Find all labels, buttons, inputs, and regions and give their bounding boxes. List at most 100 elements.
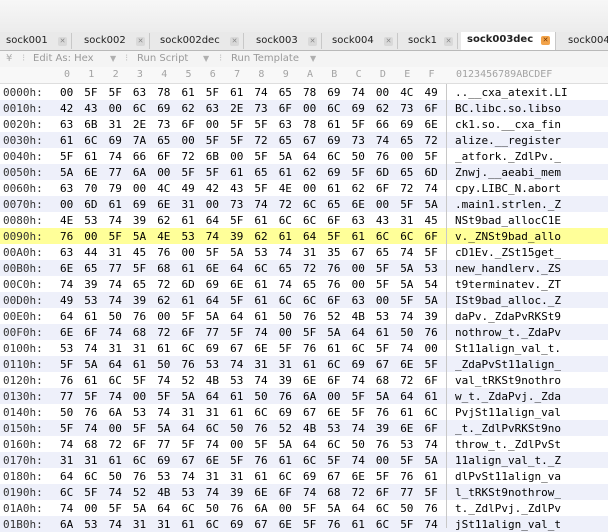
- hex-byte[interactable]: 6C: [279, 294, 292, 307]
- ascii-text[interactable]: dlPvSt11align_va: [455, 470, 561, 483]
- hex-byte[interactable]: 78: [303, 118, 316, 131]
- hex-byte[interactable]: 5F: [230, 454, 243, 467]
- hex-byte[interactable]: 4B: [157, 486, 170, 499]
- ascii-text[interactable]: w_t._ZdaPvj._Zda: [455, 390, 561, 403]
- hex-byte[interactable]: 53: [376, 310, 389, 323]
- hex-byte[interactable]: 6E: [157, 198, 170, 211]
- hex-byte[interactable]: 6B: [84, 118, 97, 131]
- hex-byte[interactable]: 5A: [400, 278, 413, 291]
- hex-bytes[interactable]: 63 70 79 00 4C 49 42 43 5F 4E 00 61 62 6F 72 74: [60, 182, 440, 196]
- close-icon[interactable]: ✕: [384, 37, 393, 46]
- chevron-down-icon[interactable]: ▼: [110, 54, 116, 63]
- ascii-text[interactable]: ISt9bad_alloc._Z: [455, 294, 561, 307]
- hex-byte[interactable]: 76: [182, 358, 195, 371]
- hex-byte[interactable]: 5A: [230, 246, 243, 259]
- hex-byte[interactable]: 5F: [352, 390, 365, 403]
- hex-byte[interactable]: 64: [157, 502, 170, 515]
- hex-byte[interactable]: 73: [400, 102, 413, 115]
- ascii-text[interactable]: _t._ZdlPvRKSt9no: [455, 422, 561, 435]
- hex-byte[interactable]: 61: [109, 454, 122, 467]
- hex-byte[interactable]: 64: [206, 294, 219, 307]
- run-script-dropdown[interactable]: Run Script: [137, 53, 188, 64]
- hex-byte[interactable]: 66: [133, 150, 146, 163]
- ascii-text[interactable]: alize.__register: [455, 134, 561, 147]
- hex-byte[interactable]: 31: [206, 406, 219, 419]
- hex-byte[interactable]: 73: [254, 102, 267, 115]
- hex-byte[interactable]: 6C: [182, 342, 195, 355]
- hex-byte[interactable]: 4B: [303, 422, 316, 435]
- hex-byte[interactable]: 31: [157, 518, 170, 531]
- hex-byte[interactable]: 77: [109, 262, 122, 275]
- hex-byte[interactable]: 6D: [376, 166, 389, 179]
- hex-byte[interactable]: 53: [425, 262, 438, 275]
- hex-byte[interactable]: 6F: [182, 326, 195, 339]
- hex-byte[interactable]: 5F: [400, 454, 413, 467]
- hex-bytes[interactable]: 74 00 5F 5A 64 6C 50 76 6A 00 5F 5A 64 6C 50 76: [60, 502, 440, 516]
- hex-byte[interactable]: 74: [206, 438, 219, 451]
- hex-byte[interactable]: 5A: [400, 262, 413, 275]
- hex-byte[interactable]: 74: [279, 278, 292, 291]
- hex-byte[interactable]: 00: [182, 134, 195, 147]
- hex-byte[interactable]: 74: [400, 310, 413, 323]
- hex-byte[interactable]: 53: [84, 214, 97, 227]
- hex-byte[interactable]: 6E: [254, 342, 267, 355]
- hex-byte[interactable]: 6F: [376, 182, 389, 195]
- hex-byte[interactable]: 5F: [182, 438, 195, 451]
- hex-byte[interactable]: 6C: [279, 470, 292, 483]
- hex-bytes[interactable]: 5A 6E 77 6A 00 5F 5F 61 65 61 62 69 5F 6D 65 6D: [60, 166, 440, 180]
- hex-byte[interactable]: 5F: [206, 166, 219, 179]
- hex-byte[interactable]: 67: [303, 406, 316, 419]
- hex-byte[interactable]: 5F: [327, 454, 340, 467]
- hex-byte[interactable]: 72: [157, 278, 170, 291]
- hex-row[interactable]: 00F0h: 6E 6F 74 68 72 6F 77 5F 74 00 5F 5A 64 61 50 76 no…: [0, 324, 608, 340]
- hex-byte[interactable]: 74: [60, 278, 73, 291]
- hex-bytes[interactable]: 00 5F 5F 63 78 61 5F 61 74 65 78 69 74 00 4C 49: [60, 86, 440, 100]
- hex-row[interactable]: 0130h: 77 5F 74 00 5F 5A 64 61 50 76 6A 00 5F 5A 64 61 w_…: [0, 388, 608, 404]
- hex-row[interactable]: 0100h: 53 74 31 31 61 6C 69 67 6E 5F 76 61 6C 5F 74 00 St…: [0, 340, 608, 356]
- hex-byte[interactable]: 62: [182, 102, 195, 115]
- hex-byte[interactable]: 6C: [327, 150, 340, 163]
- hex-byte[interactable]: 61: [279, 166, 292, 179]
- hex-byte[interactable]: 42: [206, 182, 219, 195]
- hex-byte[interactable]: 31: [109, 118, 122, 131]
- hex-byte[interactable]: 61: [303, 358, 316, 371]
- tab-sock003[interactable]: sock003 ✕: [250, 33, 322, 49]
- hex-byte[interactable]: 31: [206, 470, 219, 483]
- hex-byte[interactable]: 61: [327, 342, 340, 355]
- hex-byte[interactable]: 6A: [254, 502, 267, 515]
- hex-byte[interactable]: 6C: [425, 406, 438, 419]
- ascii-text[interactable]: ..__cxa_atexit.LI: [455, 86, 568, 99]
- hex-byte[interactable]: 63: [60, 182, 73, 195]
- hex-byte[interactable]: 6E: [279, 518, 292, 531]
- hex-byte[interactable]: 61: [400, 406, 413, 419]
- hex-byte[interactable]: 39: [230, 230, 243, 243]
- ascii-text[interactable]: Znwj.__aeabi_mem: [455, 166, 561, 179]
- hex-byte[interactable]: 00: [206, 198, 219, 211]
- hex-byte[interactable]: 64: [352, 502, 365, 515]
- hex-byte[interactable]: 31: [60, 454, 73, 467]
- hex-byte[interactable]: 65: [254, 166, 267, 179]
- hex-byte[interactable]: 00: [376, 86, 389, 99]
- hex-byte[interactable]: 54: [425, 278, 438, 291]
- hex-row[interactable]: 0050h: 5A 6E 77 6A 00 5F 5F 61 65 61 62 69 5F 6D 65 6D Zn…: [0, 164, 608, 180]
- hex-byte[interactable]: 68: [133, 326, 146, 339]
- hex-bytes[interactable]: 74 68 72 6F 77 5F 74 00 5F 5A 64 6C 50 76 53 74: [60, 438, 440, 452]
- hex-byte[interactable]: 42: [60, 102, 73, 115]
- hex-byte[interactable]: 00: [206, 118, 219, 131]
- hex-byte[interactable]: 76: [254, 422, 267, 435]
- hex-byte[interactable]: 5A: [376, 390, 389, 403]
- hex-byte[interactable]: 62: [254, 230, 267, 243]
- hex-row[interactable]: 0090h: 76 00 5F 5A 4E 53 74 39 62 61 64 5F 61 6C 6C 6F v.…: [0, 228, 608, 244]
- hex-byte[interactable]: 6F: [425, 230, 438, 243]
- hex-byte[interactable]: 00: [84, 230, 97, 243]
- hex-byte[interactable]: 31: [303, 246, 316, 259]
- hex-byte[interactable]: 74: [206, 486, 219, 499]
- hex-row[interactable]: 0080h: 4E 53 74 39 62 61 64 5F 61 6C 6C 6F 63 43 31 45 NS…: [0, 212, 608, 228]
- hex-byte[interactable]: 74: [352, 374, 365, 387]
- hex-byte[interactable]: 6C: [206, 518, 219, 531]
- hex-byte[interactable]: 00: [182, 246, 195, 259]
- hex-byte[interactable]: 31: [84, 454, 97, 467]
- hex-bytes[interactable]: 5F 74 00 5F 5A 64 6C 50 76 52 4B 53 74 39 6E 6F: [60, 422, 440, 436]
- hex-byte[interactable]: 6C: [133, 454, 146, 467]
- hex-byte[interactable]: 64: [352, 326, 365, 339]
